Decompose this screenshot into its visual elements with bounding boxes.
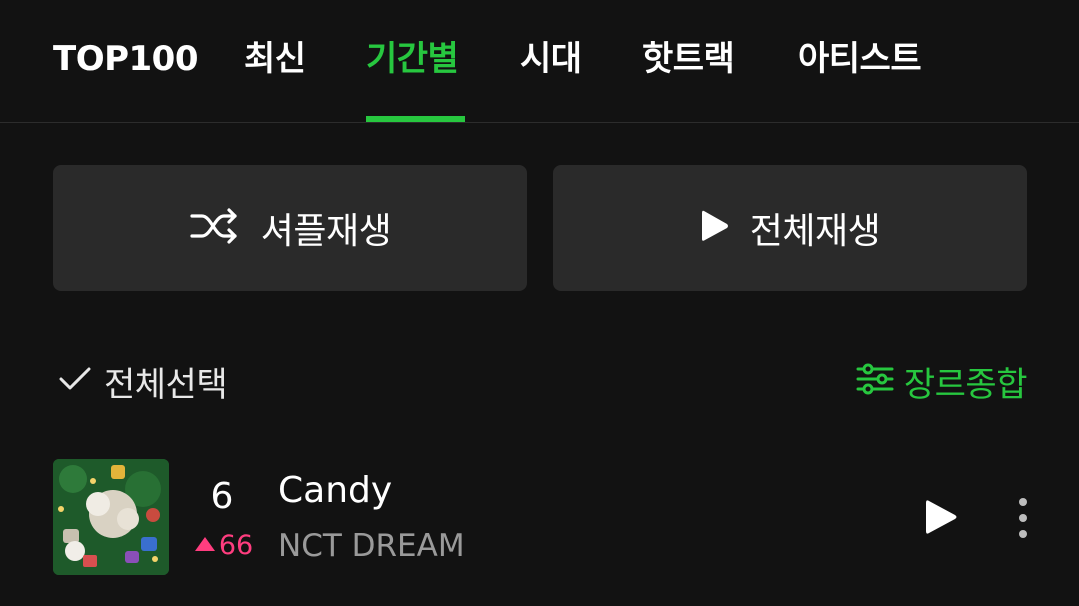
tab-top100[interactable]: TOP100 [53,36,199,82]
song-title[interactable]: Candy [278,470,392,511]
play-all-label: 전체재생 [749,211,881,252]
play-icon [926,500,957,534]
shuffle-play-button[interactable]: 셔플재생 [53,165,527,291]
check-icon [58,364,92,398]
rank-change: 66 [190,530,256,561]
shuffle-icon [189,206,241,250]
tab-hot-tracks[interactable]: 핫트랙 [642,36,735,82]
chart-rank: 6 [210,476,234,517]
song-more-options-button[interactable] [1008,496,1038,540]
select-all-label: 전체선택 [104,364,228,405]
select-all-toggle[interactable]: 전체선택 [58,356,228,406]
shuffle-play-label: 셔플재생 [260,211,392,252]
genre-filter-label: 장르종합 [903,364,1028,405]
tab-artist[interactable]: 아티스트 [798,36,922,82]
tab-by-period[interactable]: 기간별 [366,36,459,82]
tab-latest[interactable]: 최신 [244,36,306,82]
play-icon [700,208,730,248]
chart-tab-bar: TOP100 최신 기간별 시대 핫트랙 아티스트 [0,0,1079,123]
song-row[interactable]: 6 66 Candy NCT DREAM [0,448,1079,588]
genre-filter-button[interactable]: 장르종합 [856,356,1028,406]
more-vertical-icon [1019,498,1027,538]
play-all-button[interactable]: 전체재생 [553,165,1027,291]
rank-change-value: 66 [218,530,254,561]
filter-sliders-icon [856,361,894,401]
album-art-image[interactable] [53,459,169,575]
song-artist[interactable]: NCT DREAM [278,528,465,564]
active-tab-indicator [366,116,465,122]
rank-up-arrow-icon [193,535,217,557]
tab-era[interactable]: 시대 [520,36,582,82]
song-play-button[interactable] [920,496,962,538]
